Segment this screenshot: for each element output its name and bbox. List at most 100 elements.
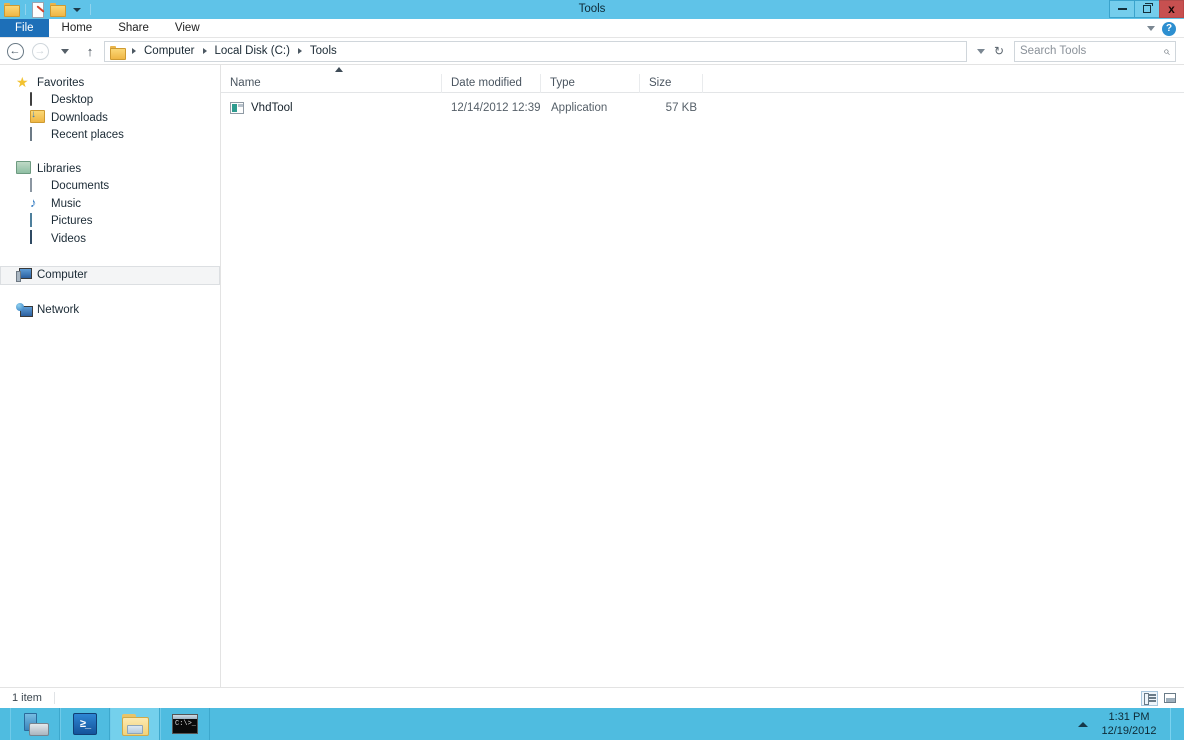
up-button[interactable]: ↑ — [79, 40, 101, 62]
breadcrumb-separator-icon[interactable] — [132, 48, 136, 54]
sidebar-item-downloads[interactable]: Downloads — [0, 109, 220, 127]
item-count-label: 1 item — [12, 692, 42, 704]
breadcrumb-item-tools[interactable]: Tools — [307, 45, 340, 57]
sidebar-label-favorites: Favorites — [37, 76, 85, 89]
cell-date-modified: 12/14/2012 12:39 ... — [451, 102, 542, 114]
sidebar-label-libraries: Libraries — [37, 162, 82, 175]
column-header-date-modified[interactable]: Date modified — [441, 73, 541, 93]
taskbar-item-command-prompt[interactable]: C:\>_ — [160, 708, 210, 740]
star-icon: ★ — [16, 74, 29, 91]
desktop-icon — [30, 91, 45, 108]
status-bar: 1 item — [0, 687, 1184, 708]
sidebar-item-pictures[interactable]: Pictures — [0, 212, 220, 231]
column-header-name[interactable]: Name — [221, 73, 442, 93]
sidebar-label-network: Network — [37, 304, 80, 317]
customize-chevron-icon[interactable] — [69, 2, 85, 18]
window-controls[interactable]: x — [1109, 0, 1184, 19]
desktop: Tools x File Home Share View ? ← → ↑ Com… — [0, 0, 1184, 740]
forward-arrow-icon: → — [31, 42, 49, 60]
taskbar-start-spacer — [0, 708, 10, 740]
recent-locations-chevron-icon — [61, 48, 69, 54]
taskbar-item-file-explorer[interactable] — [110, 708, 160, 740]
sidebar-item-desktop[interactable]: Desktop — [0, 91, 220, 110]
address-bar-actions: ↻ — [970, 45, 1011, 57]
quick-access-toolbar[interactable] — [0, 0, 93, 19]
window-title: Tools — [578, 3, 606, 15]
sidebar-item-network[interactable]: Network — [0, 302, 220, 320]
toolbar-separator-2 — [90, 4, 91, 15]
back-arrow-icon: ← — [6, 42, 24, 60]
tab-home[interactable]: Home — [49, 19, 106, 38]
explorer-body: ★ Favorites Desktop Downloads Recent pla… — [0, 64, 1184, 687]
sidebar-label-desktop: Desktop — [51, 94, 94, 107]
search-input[interactable]: Search Tools ⌕ — [1014, 40, 1176, 62]
powershell-icon: ≥_ — [73, 713, 97, 735]
ribbon-right-controls: ? — [1147, 19, 1184, 38]
ribbon-tab-bar: File Home Share View ? — [0, 19, 1184, 38]
refresh-icon[interactable]: ↻ — [994, 45, 1004, 57]
sidebar-label-recent-places: Recent places — [51, 129, 124, 142]
up-arrow-icon: ↑ — [86, 43, 94, 59]
ribbon-divider — [0, 37, 1184, 38]
breadcrumb-item-computer[interactable]: Computer — [141, 45, 198, 57]
sidebar-item-music[interactable]: ♪ Music — [0, 195, 220, 213]
folder-icon[interactable] — [4, 2, 20, 18]
address-history-chevron-icon[interactable] — [976, 48, 985, 54]
large-icons-view-button[interactable] — [1161, 691, 1178, 706]
recent-locations-button[interactable] — [54, 40, 76, 62]
clock[interactable]: 1:31 PM 12/19/2012 — [1098, 710, 1160, 738]
properties-icon[interactable] — [31, 2, 47, 18]
breadcrumb-separator-icon-2[interactable] — [202, 48, 207, 54]
computer-icon — [16, 268, 31, 283]
show-desktop-button[interactable] — [1170, 708, 1178, 740]
tab-file[interactable]: File — [0, 19, 49, 38]
recent-places-icon — [30, 126, 45, 143]
music-icon: ♪ — [30, 195, 37, 211]
address-bar: ← → ↑ Computer Local Disk (C:) Tools ↻ S… — [0, 38, 1184, 64]
minimize-button[interactable] — [1109, 0, 1134, 18]
tab-share[interactable]: Share — [105, 19, 162, 38]
table-row[interactable]: VhdTool 12/14/2012 12:39 ... Application… — [221, 98, 1184, 118]
status-separator — [53, 692, 55, 704]
taskbar-item-powershell[interactable]: ≥_ — [60, 708, 110, 740]
minimize-icon — [1117, 8, 1127, 10]
show-hidden-icons-icon[interactable] — [1078, 721, 1088, 727]
breadcrumb-separator-icon-3[interactable] — [297, 48, 302, 54]
forward-button[interactable]: → — [29, 40, 51, 62]
maximize-button[interactable] — [1134, 0, 1159, 18]
search-icon[interactable]: ⌕ — [1163, 44, 1170, 59]
title-bar[interactable]: Tools x — [0, 0, 1184, 19]
cell-type: Application — [551, 102, 608, 114]
file-name-label: VhdTool — [251, 102, 293, 114]
cell-size: 57 KB — [665, 102, 697, 114]
back-button[interactable]: ← — [4, 40, 26, 62]
close-button[interactable]: x — [1159, 0, 1184, 18]
details-view-button[interactable] — [1141, 690, 1158, 706]
sidebar-label-music: Music — [51, 197, 82, 210]
downloads-folder-icon — [30, 110, 45, 125]
command-prompt-text: C:\>_ — [175, 720, 197, 728]
tab-view[interactable]: View — [162, 19, 213, 38]
breadcrumb-item-local-disk[interactable]: Local Disk (C:) — [212, 45, 293, 57]
sidebar-label-documents: Documents — [51, 180, 110, 193]
videos-icon — [30, 230, 45, 246]
file-explorer-window: Tools x File Home Share View ? ← → ↑ Com… — [0, 0, 1184, 708]
sidebar-item-videos[interactable]: Videos — [0, 230, 220, 248]
column-header-type[interactable]: Type — [540, 73, 640, 93]
sidebar-item-documents[interactable]: Documents — [0, 177, 220, 196]
taskbar-item-server-manager[interactable] — [10, 708, 60, 740]
sidebar-item-favorites[interactable]: ★ Favorites — [0, 74, 220, 92]
sidebar-item-recent-places[interactable]: Recent places — [0, 126, 220, 145]
file-explorer-icon — [122, 713, 149, 736]
chevron-down-icon[interactable] — [1147, 26, 1155, 31]
sidebar-label-pictures: Pictures — [51, 215, 93, 228]
help-icon[interactable]: ? — [1162, 21, 1176, 36]
column-header-size[interactable]: Size — [639, 73, 703, 93]
maximize-icon — [1143, 3, 1153, 13]
sidebar-item-computer[interactable]: Computer — [0, 265, 220, 285]
sidebar-item-libraries[interactable]: Libraries — [0, 160, 220, 178]
breadcrumb[interactable]: Computer Local Disk (C:) Tools — [104, 40, 967, 62]
sidebar-gap-1 — [0, 144, 220, 160]
cell-name[interactable]: VhdTool — [221, 98, 442, 118]
new-folder-icon[interactable] — [50, 2, 66, 18]
